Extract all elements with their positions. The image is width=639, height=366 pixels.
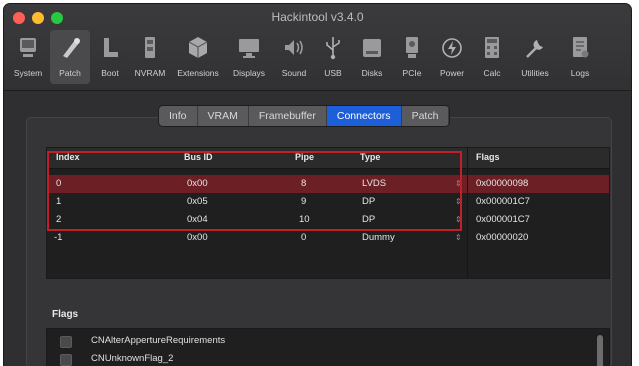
- toolbar-system[interactable]: System: [8, 30, 48, 84]
- patch-icon: [63, 38, 80, 58]
- list-item[interactable]: CNAlterAppertureRequirements: [47, 332, 587, 350]
- power-icon: [442, 38, 462, 58]
- column-header-bus-id[interactable]: Bus ID: [184, 148, 213, 166]
- pcie-icon: [406, 37, 418, 58]
- window-title: Hackintool v3.4.0: [271, 10, 364, 24]
- nvram-icon: [145, 37, 155, 58]
- table-row[interactable]: 2 0x04 10 DP ⇕ 0x000001C7: [47, 211, 609, 229]
- toolbar-boot[interactable]: Boot: [92, 30, 128, 84]
- tab-vram[interactable]: VRAM: [197, 106, 249, 126]
- toolbar-utilities[interactable]: Utilities: [512, 30, 558, 84]
- toolbar-sound-label: Sound: [281, 68, 307, 78]
- table-row[interactable]: 1 0x05 9 DP ⇕ 0x000001C7: [47, 193, 609, 211]
- segmented-tabs: Info VRAM Framebuffer Connectors Patch: [159, 106, 450, 126]
- toolbar-nvram-label: NVRAM: [134, 68, 166, 78]
- toolbar-nvram[interactable]: NVRAM: [130, 30, 170, 84]
- cell-type[interactable]: LVDS: [362, 175, 386, 193]
- toolbar-pcie[interactable]: PCIe: [394, 30, 430, 84]
- toolbar-extensions[interactable]: Extensions: [172, 30, 224, 84]
- displays-icon: [239, 39, 259, 58]
- cell-type[interactable]: DP: [362, 193, 375, 211]
- usb-icon: [326, 37, 340, 60]
- table-row[interactable]: -1 0x00 0 Dummy ⇕ 0x00000020: [47, 229, 609, 247]
- flag-label: CNUnknownFlag_2: [91, 353, 174, 364]
- toolbar-disks[interactable]: Disks: [352, 30, 392, 84]
- type-stepper-icon[interactable]: ⇕: [455, 211, 462, 229]
- toolbar-usb-label: USB: [324, 68, 342, 78]
- cell-flags: 0x00000098: [476, 178, 529, 189]
- cell-index: 0: [56, 178, 62, 189]
- type-stepper-icon[interactable]: ⇕: [455, 175, 462, 193]
- toolbar-utilities-label: Utilities: [521, 68, 549, 78]
- toolbar-logs-label: Logs: [570, 68, 590, 78]
- toolbar-disks-label: Disks: [361, 68, 383, 78]
- system-icon: [20, 38, 36, 57]
- app-window: Hackintool v3.4.0 System Patch Boot NVRA…: [4, 4, 631, 366]
- cell-flags: 0x000001C7: [476, 196, 530, 207]
- toolbar-boot-label: Boot: [101, 68, 119, 78]
- extensions-icon: [188, 37, 208, 58]
- column-header-pipe[interactable]: Pipe: [295, 148, 314, 166]
- title-bar: Hackintool v3.4.0 System Patch Boot NVRA…: [4, 4, 631, 91]
- sound-icon: [285, 40, 303, 55]
- toolbar-logs[interactable]: Logs: [560, 30, 600, 84]
- cell-bus-id: 0x05: [187, 196, 208, 207]
- cell-flags: 0x00000020: [476, 232, 529, 243]
- toolbar-patch[interactable]: Patch: [50, 30, 90, 84]
- toolbar-system-label: System: [13, 68, 43, 78]
- toolbar-pcie-label: PCIe: [402, 68, 422, 78]
- disks-icon: [363, 39, 381, 57]
- column-divider: [467, 148, 468, 278]
- toolbar-patch-label: Patch: [59, 68, 81, 78]
- cell-bus-id: 0x00: [187, 232, 208, 243]
- cell-pipe: 9: [301, 196, 307, 207]
- toolbar-calc-label: Calc: [483, 68, 501, 78]
- toolbar-usb[interactable]: USB: [316, 30, 350, 84]
- utilities-icon: [526, 40, 543, 58]
- flag-checkbox[interactable]: [60, 354, 72, 366]
- column-header-index[interactable]: Index: [56, 148, 80, 166]
- toolbar-calc[interactable]: Calc: [474, 30, 510, 84]
- flags-list: CNAlterAppertureRequirements CNUnknownFl…: [46, 328, 610, 366]
- type-stepper-icon[interactable]: ⇕: [455, 229, 462, 247]
- column-header-flags[interactable]: Flags: [476, 148, 500, 166]
- toolbar: System Patch Boot NVRAM Extensions Displ…: [4, 30, 631, 86]
- cell-type[interactable]: DP: [362, 211, 375, 229]
- tab-connectors[interactable]: Connectors: [326, 106, 402, 126]
- table-header: Index Bus ID Pipe Type Flags: [47, 148, 609, 169]
- toolbar-displays[interactable]: Displays: [226, 30, 272, 84]
- toolbar-power-label: Power: [439, 68, 465, 78]
- type-stepper-icon[interactable]: ⇕: [455, 193, 462, 211]
- cell-index: -1: [54, 232, 63, 243]
- cell-bus-id: 0x00: [187, 178, 208, 189]
- cell-flags: 0x000001C7: [476, 214, 530, 225]
- flag-checkbox[interactable]: [60, 336, 72, 348]
- tab-framebuffer[interactable]: Framebuffer: [248, 106, 327, 126]
- flags-scrollbar[interactable]: [597, 335, 603, 366]
- toolbar-sound[interactable]: Sound: [274, 30, 314, 84]
- flags-section-title: Flags: [52, 309, 79, 320]
- tab-patch[interactable]: Patch: [401, 106, 450, 126]
- boot-icon: [104, 38, 118, 57]
- calc-icon: [485, 37, 499, 58]
- cell-type[interactable]: Dummy: [362, 229, 395, 247]
- connectors-table: Index Bus ID Pipe Type Flags 0 0x00 8 LV…: [46, 147, 610, 279]
- toolbar-power[interactable]: Power: [432, 30, 472, 84]
- logs-icon: [573, 37, 589, 58]
- flag-label: CNAlterAppertureRequirements: [91, 335, 226, 346]
- cell-pipe: 0: [301, 232, 307, 243]
- cell-index: 2: [56, 214, 62, 225]
- toolbar-extensions-label: Extensions: [177, 68, 219, 78]
- cell-pipe: 8: [301, 178, 307, 189]
- list-item[interactable]: CNUnknownFlag_2: [47, 350, 587, 366]
- column-header-type[interactable]: Type: [360, 148, 380, 166]
- cell-index: 1: [56, 196, 62, 207]
- cell-bus-id: 0x04: [187, 214, 208, 225]
- cell-pipe: 10: [299, 214, 310, 225]
- table-row[interactable]: 0 0x00 8 LVDS ⇕ 0x00000098: [47, 175, 609, 193]
- toolbar-displays-label: Displays: [232, 68, 266, 78]
- tab-info[interactable]: Info: [159, 106, 198, 126]
